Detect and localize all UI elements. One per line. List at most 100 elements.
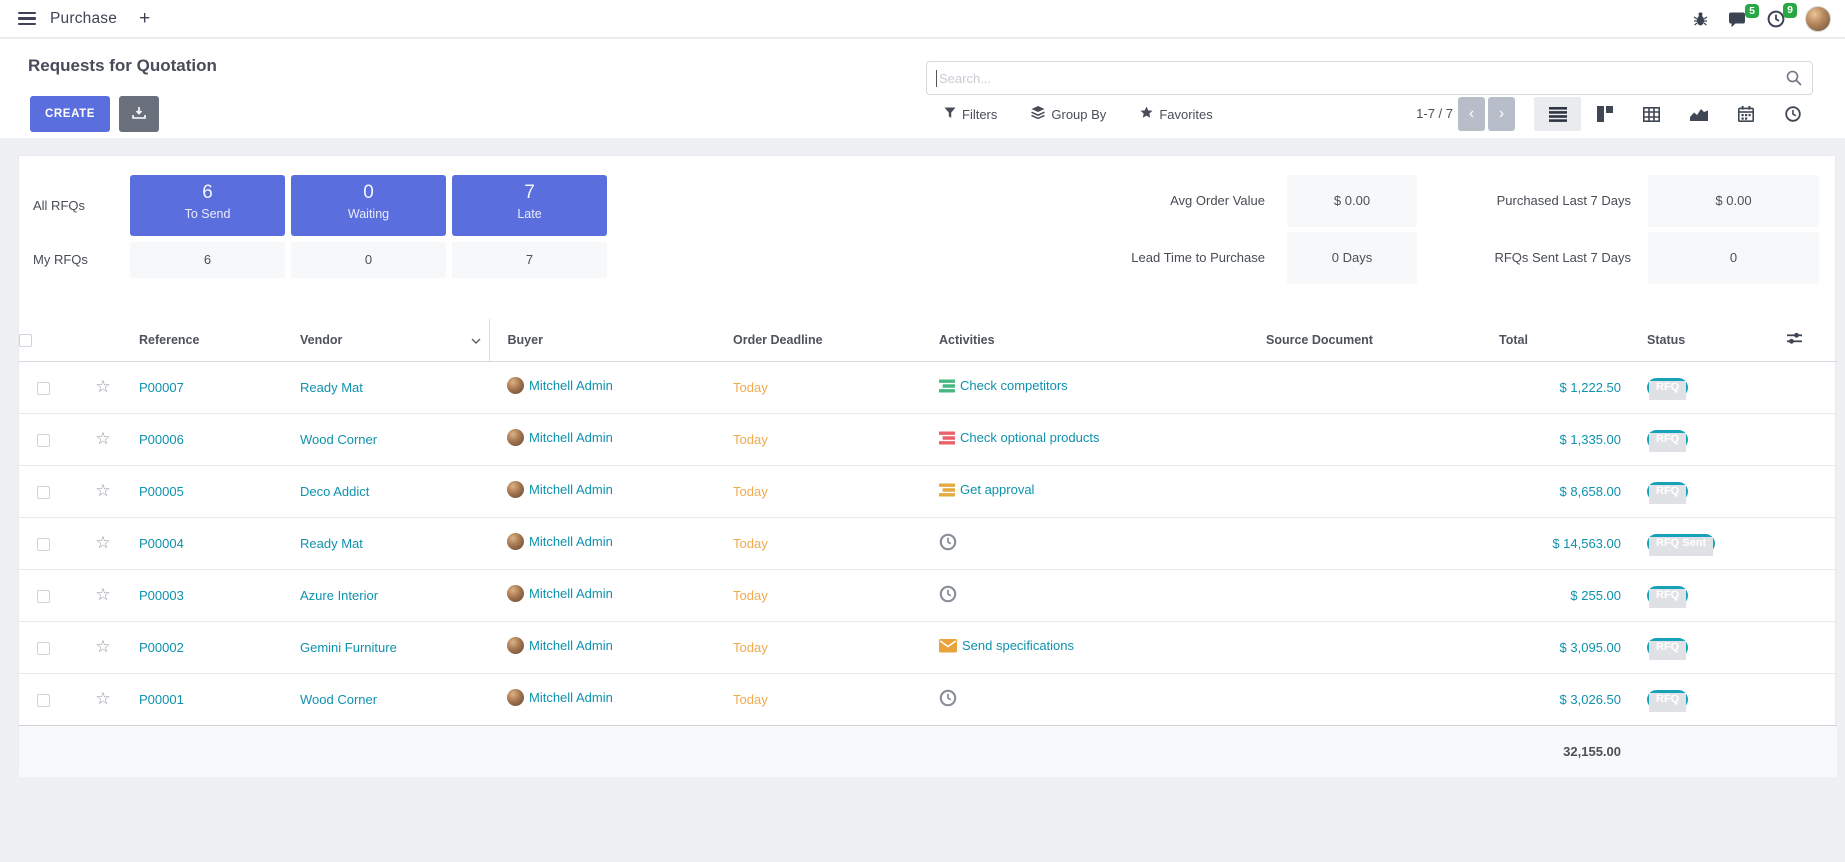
app-title[interactable]: Purchase	[50, 10, 117, 28]
filters-button[interactable]: Filters	[944, 107, 997, 122]
kpi-card-waiting[interactable]: 0Waiting	[291, 175, 446, 236]
column-vendor[interactable]: Vendor	[300, 319, 489, 361]
buyer-link[interactable]: Mitchell Admin	[529, 378, 613, 393]
activity-cell[interactable]: Check competitors	[939, 378, 1068, 394]
pager-previous-button[interactable]: ‹	[1458, 97, 1485, 131]
activity-cell[interactable]: Get approval	[939, 482, 1034, 498]
column-source-document[interactable]: Source Document	[1246, 319, 1499, 361]
buyer-avatar	[507, 533, 524, 550]
row-checkbox[interactable]	[37, 590, 50, 603]
vendor-link[interactable]: Ready Mat	[300, 536, 363, 551]
search-input[interactable]	[927, 71, 1786, 86]
row-checkbox[interactable]	[37, 694, 50, 707]
buyer-link[interactable]: Mitchell Admin	[529, 586, 613, 601]
buyer-link[interactable]: Mitchell Admin	[529, 534, 613, 549]
kpi-card-to-send[interactable]: 6To Send	[130, 175, 285, 236]
favorite-star-icon[interactable]: ☆	[95, 689, 110, 708]
reference-link[interactable]: P00001	[139, 692, 184, 707]
column-buyer[interactable]: Buyer	[489, 319, 715, 361]
buyer-link[interactable]: Mitchell Admin	[529, 638, 613, 653]
buyer-link[interactable]: Mitchell Admin	[529, 482, 613, 497]
buyer-avatar	[507, 585, 524, 602]
table-row[interactable]: ☆ P00003 Azure Interior Mitchell Admin T…	[19, 569, 1837, 621]
favorite-star-icon[interactable]: ☆	[95, 585, 110, 604]
activity-view-icon[interactable]	[1769, 97, 1816, 131]
vendor-link[interactable]: Deco Addict	[300, 484, 369, 499]
activity-cell[interactable]	[939, 533, 962, 551]
tasks-activity-icon[interactable]	[939, 378, 955, 394]
favorite-star-icon[interactable]: ☆	[95, 377, 110, 396]
buyer-link[interactable]: Mitchell Admin	[529, 430, 613, 445]
row-checkbox[interactable]	[37, 382, 50, 395]
activity-cell[interactable]	[939, 585, 962, 603]
activity-cell[interactable]: Send specifications	[939, 638, 1074, 653]
column-activities[interactable]: Activities	[919, 319, 1246, 361]
my-late-count[interactable]: 7	[452, 242, 607, 278]
odoo-purchase-screen: Purchase + 5 9 Requests for Quotation CR…	[0, 0, 1845, 862]
kpi-card-late[interactable]: 7Late	[452, 175, 607, 236]
vendor-link[interactable]: Wood Corner	[300, 692, 377, 707]
table-row[interactable]: ☆ P00005 Deco Addict Mitchell Admin Toda…	[19, 465, 1837, 517]
my-to-send-count[interactable]: 6	[130, 242, 285, 278]
clock-activity-icon[interactable]	[939, 689, 957, 707]
table-row[interactable]: ☆ P00002 Gemini Furniture Mitchell Admin…	[19, 621, 1837, 673]
column-total[interactable]: Total	[1499, 319, 1629, 361]
hamburger-menu-icon[interactable]	[18, 12, 36, 26]
kanban-view-icon[interactable]	[1581, 97, 1628, 131]
select-all-checkbox[interactable]	[19, 334, 32, 347]
row-checkbox[interactable]	[37, 486, 50, 499]
plus-icon[interactable]: +	[139, 9, 150, 28]
vendor-link[interactable]: Ready Mat	[300, 380, 363, 395]
clock-activity-icon[interactable]	[939, 533, 957, 551]
favorite-star-icon[interactable]: ☆	[95, 637, 110, 656]
search-icon[interactable]	[1786, 70, 1812, 86]
bug-icon[interactable]	[1693, 11, 1708, 27]
reference-link[interactable]: P00006	[139, 432, 184, 447]
favorite-star-icon[interactable]: ☆	[95, 533, 110, 552]
column-reference[interactable]: Reference	[139, 319, 300, 361]
create-button[interactable]: CREATE	[30, 96, 110, 132]
reference-link[interactable]: P00003	[139, 588, 184, 603]
table-row[interactable]: ☆ P00004 Ready Mat Mitchell Admin Today …	[19, 517, 1837, 569]
group-by-button[interactable]: Group By	[1031, 106, 1106, 122]
reference-link[interactable]: P00005	[139, 484, 184, 499]
row-checkbox[interactable]	[37, 538, 50, 551]
table-row[interactable]: ☆ P00006 Wood Corner Mitchell Admin Toda…	[19, 413, 1837, 465]
user-avatar[interactable]	[1805, 6, 1831, 32]
activity-cell[interactable]: Check optional products	[939, 430, 1099, 446]
table-row[interactable]: ☆ P00007 Ready Mat Mitchell Admin Today …	[19, 361, 1837, 413]
envelope-activity-icon[interactable]	[939, 639, 957, 653]
source-document-value	[1246, 569, 1499, 621]
my-waiting-count[interactable]: 0	[291, 242, 446, 278]
activity-cell[interactable]	[939, 689, 962, 707]
vendor-link[interactable]: Azure Interior	[300, 588, 378, 603]
row-checkbox[interactable]	[37, 642, 50, 655]
tasks-activity-icon[interactable]	[939, 482, 955, 498]
import-button[interactable]	[119, 96, 159, 132]
favorites-button[interactable]: Favorites	[1140, 106, 1212, 122]
list-view-icon[interactable]	[1534, 97, 1581, 131]
vendor-link[interactable]: Wood Corner	[300, 432, 377, 447]
reference-link[interactable]: P00007	[139, 380, 184, 395]
total-amount: $ 8,658.00	[1560, 484, 1621, 499]
calendar-view-icon[interactable]	[1722, 97, 1769, 131]
reference-link[interactable]: P00002	[139, 640, 184, 655]
column-order-deadline[interactable]: Order Deadline	[715, 319, 919, 361]
download-icon	[132, 106, 146, 123]
favorite-star-icon[interactable]: ☆	[95, 429, 110, 448]
vendor-link[interactable]: Gemini Furniture	[300, 640, 397, 655]
messages-icon[interactable]: 5	[1728, 11, 1747, 28]
column-status[interactable]: Status	[1629, 319, 1769, 361]
graph-view-icon[interactable]	[1675, 97, 1722, 131]
pivot-view-icon[interactable]	[1628, 97, 1675, 131]
favorite-star-icon[interactable]: ☆	[95, 481, 110, 500]
optional-columns-sliders-icon[interactable]	[1787, 332, 1802, 345]
tasks-activity-icon[interactable]	[939, 430, 955, 446]
pager-next-button[interactable]: ›	[1488, 97, 1515, 131]
buyer-link[interactable]: Mitchell Admin	[529, 690, 613, 705]
clock-activity-icon[interactable]	[939, 585, 957, 603]
reference-link[interactable]: P00004	[139, 536, 184, 551]
activities-clock-icon[interactable]: 9	[1767, 10, 1785, 28]
row-checkbox[interactable]	[37, 434, 50, 447]
table-row[interactable]: ☆ P00001 Wood Corner Mitchell Admin Toda…	[19, 673, 1837, 725]
